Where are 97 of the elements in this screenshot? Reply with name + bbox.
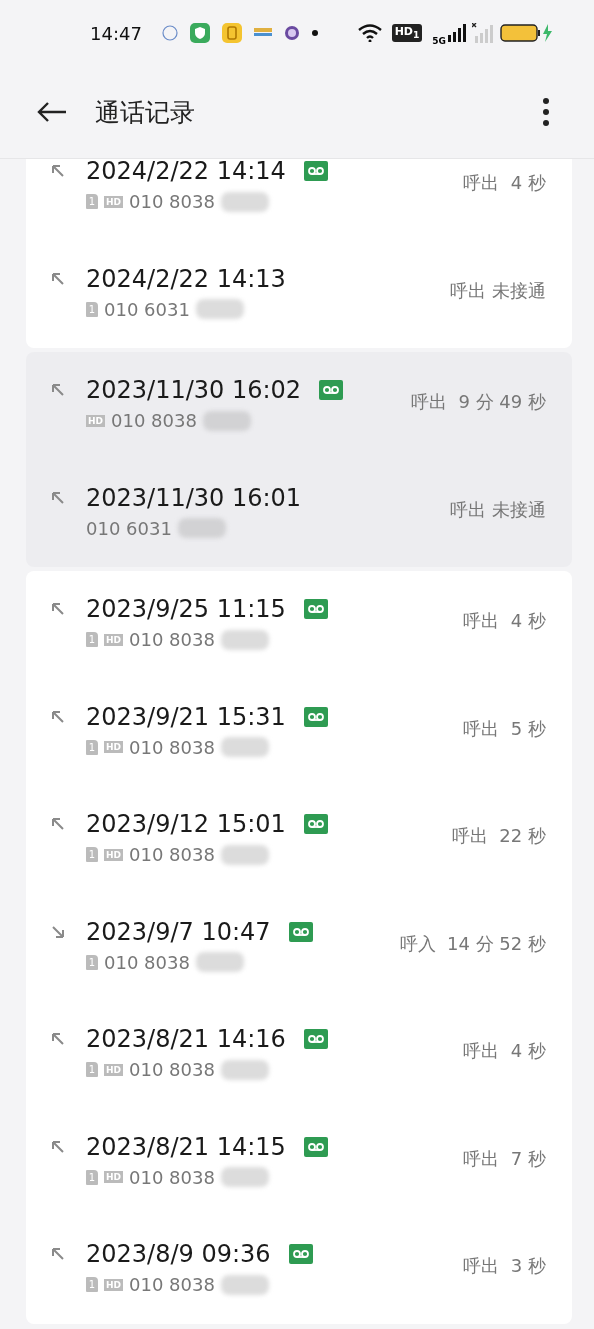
ring-app-icon (283, 25, 300, 41)
dot-icon (311, 30, 318, 36)
hd-badge: HD (104, 195, 123, 208)
call-result: 呼出 9 分 49 秒 (411, 390, 546, 414)
phone-number: 010 8038 (129, 191, 215, 212)
outgoing-arrow-icon (50, 816, 66, 832)
outgoing-arrow-icon (50, 601, 66, 617)
call-result: 呼出 3 秒 (463, 1254, 546, 1278)
phone-number: 010 8038 (111, 410, 197, 431)
incoming-arrow-icon (50, 923, 66, 940)
outgoing-arrow-icon (50, 708, 66, 725)
outgoing-arrow-icon (50, 489, 66, 506)
blurred-digits (220, 1059, 269, 1080)
blurred-digits (220, 1274, 269, 1295)
outgoing-arrow-icon (50, 1031, 66, 1047)
page-title: 通话记录 (95, 96, 195, 129)
call-datetime: 2023/8/9 09:36 (86, 1240, 271, 1268)
call-datetime: 2023/11/30 16:02 (86, 376, 302, 404)
blurred-digits (195, 299, 244, 319)
phone-number: 010 8038 (129, 844, 215, 865)
recording-icon[interactable] (303, 706, 328, 727)
blurred-digits (177, 518, 226, 538)
wifi-icon (357, 24, 382, 42)
hd-badge: HD (104, 1278, 123, 1291)
hd-badge: HD (104, 741, 123, 753)
outgoing-arrow-icon (50, 382, 66, 398)
call-result: 呼出 5 秒 (463, 716, 546, 741)
sim-badge: 1 (86, 1169, 98, 1185)
call-datetime: 2023/8/21 14:16 (86, 1025, 286, 1053)
shield-app-icon (189, 23, 210, 43)
hd-badge: HD (86, 414, 105, 427)
phone-number: 010 8038 (129, 1059, 215, 1080)
sim-badge: 1 (86, 301, 98, 317)
phone-number: 010 8038 (104, 951, 190, 973)
recording-icon[interactable] (288, 921, 313, 942)
hd-badge: HD (104, 633, 123, 646)
blurred-digits (220, 629, 269, 650)
blurred-digits (220, 1167, 269, 1187)
no-signal-icon (472, 23, 494, 43)
blurred-digits (195, 952, 244, 972)
sim-badge: 1 (86, 954, 98, 970)
hd-badge: HD (104, 1171, 123, 1183)
call-datetime: 2024/2/22 14:13 (86, 264, 286, 293)
call-result: 呼出 7 秒 (463, 1146, 546, 1171)
blurred-digits (202, 410, 251, 431)
status-time: 14:47 (90, 22, 142, 44)
sim-badge: 1 (86, 1277, 98, 1292)
recording-icon[interactable] (303, 599, 328, 619)
phone-number: 010 8038 (129, 1274, 215, 1295)
recording-icon[interactable] (288, 1244, 313, 1264)
sim-badge: 1 (86, 1062, 98, 1077)
outgoing-arrow-icon (50, 270, 66, 287)
call-result: 呼出 未接通 (450, 278, 546, 303)
recording-icon[interactable] (303, 814, 328, 834)
sim-badge: 1 (86, 739, 98, 755)
circle-app-icon (161, 25, 178, 41)
blurred-digits (220, 191, 269, 212)
call-result: 呼出 未接通 (450, 497, 546, 522)
sim-badge: 1 (86, 847, 98, 862)
outgoing-arrow-icon (50, 163, 66, 179)
more-menu-icon[interactable] (542, 98, 550, 126)
phone-number: 010 8038 (129, 736, 215, 758)
recording-icon[interactable] (303, 1136, 328, 1157)
hd-voice-badge: HD$_{1}$ (391, 24, 423, 42)
outgoing-arrow-icon (50, 1138, 66, 1155)
recording-icon[interactable] (303, 161, 328, 181)
blurred-digits (220, 737, 269, 757)
document-app-icon (221, 23, 242, 43)
call-datetime: 2023/9/21 15:31 (86, 702, 286, 731)
call-result: 呼入 14 分 52 秒 (399, 931, 546, 956)
call-result: 呼出 4 秒 (463, 609, 546, 633)
hd-badge: HD (104, 848, 123, 861)
phone-number: 010 8038 (129, 629, 215, 650)
sim-badge: 1 (86, 194, 98, 209)
call-result: 呼出 4 秒 (463, 1039, 546, 1063)
call-result: 呼出 22 秒 (451, 824, 546, 848)
signal-icon (448, 24, 466, 42)
phone-number: 010 6031 (86, 517, 172, 539)
phone-number: 010 8038 (129, 1166, 215, 1188)
network-type: 5G (432, 36, 446, 46)
call-datetime: 2023/11/30 16:01 (86, 483, 302, 512)
call-datetime: 2024/2/22 14:14 (86, 159, 286, 185)
sim-badge: 1 (86, 632, 98, 647)
outgoing-arrow-icon (50, 1246, 66, 1262)
back-arrow-icon[interactable] (37, 101, 67, 123)
phone-number: 010 6031 (104, 298, 190, 320)
call-result: 呼出 4 秒 (463, 171, 546, 195)
card-app-icon (253, 27, 272, 39)
hd-badge: HD (104, 1063, 123, 1076)
call-datetime: 2023/9/12 15:01 (86, 810, 286, 838)
blurred-digits (220, 844, 269, 865)
recording-icon[interactable] (319, 380, 344, 400)
call-datetime: 2023/9/7 10:47 (86, 917, 271, 946)
call-datetime: 2023/8/21 14:15 (86, 1132, 286, 1161)
recording-icon[interactable] (303, 1029, 328, 1049)
call-datetime: 2023/9/25 11:15 (86, 595, 286, 623)
battery-charging-icon (500, 23, 554, 43)
